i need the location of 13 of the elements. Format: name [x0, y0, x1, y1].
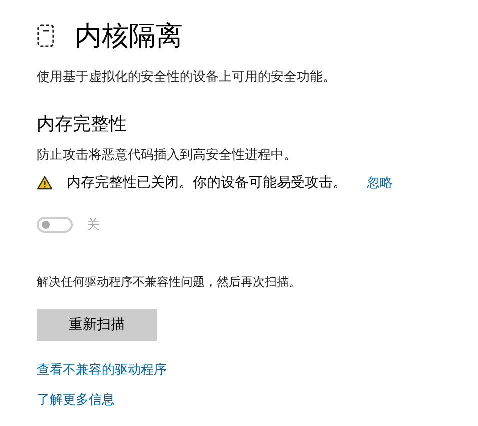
- warning-message: 内存完整性已关闭。你的设备可能易受攻击。: [67, 174, 347, 192]
- help-link[interactable]: 查看不兼容的驱动程序: [37, 361, 441, 379]
- shield-chip-icon: [37, 24, 55, 48]
- warning-icon: [37, 176, 53, 190]
- page-description: 使用基于虚拟化的安全性的设备上可用的安全功能。: [37, 69, 337, 86]
- help-link[interactable]: 了解更多信息: [37, 391, 441, 409]
- dismiss-link[interactable]: 忽略: [367, 174, 393, 192]
- page-title: 内核隔离: [75, 20, 183, 54]
- rescan-button[interactable]: 重新扫描: [37, 309, 157, 341]
- section-description: 防止攻击将恶意代码插入到高安全性进程中。: [37, 147, 298, 164]
- resolve-text: 解决任何驱动程序不兼容性问题，然后再次扫描。: [37, 274, 302, 291]
- section-heading: 内存完整性: [37, 113, 128, 136]
- toggle-label: 关: [87, 217, 100, 234]
